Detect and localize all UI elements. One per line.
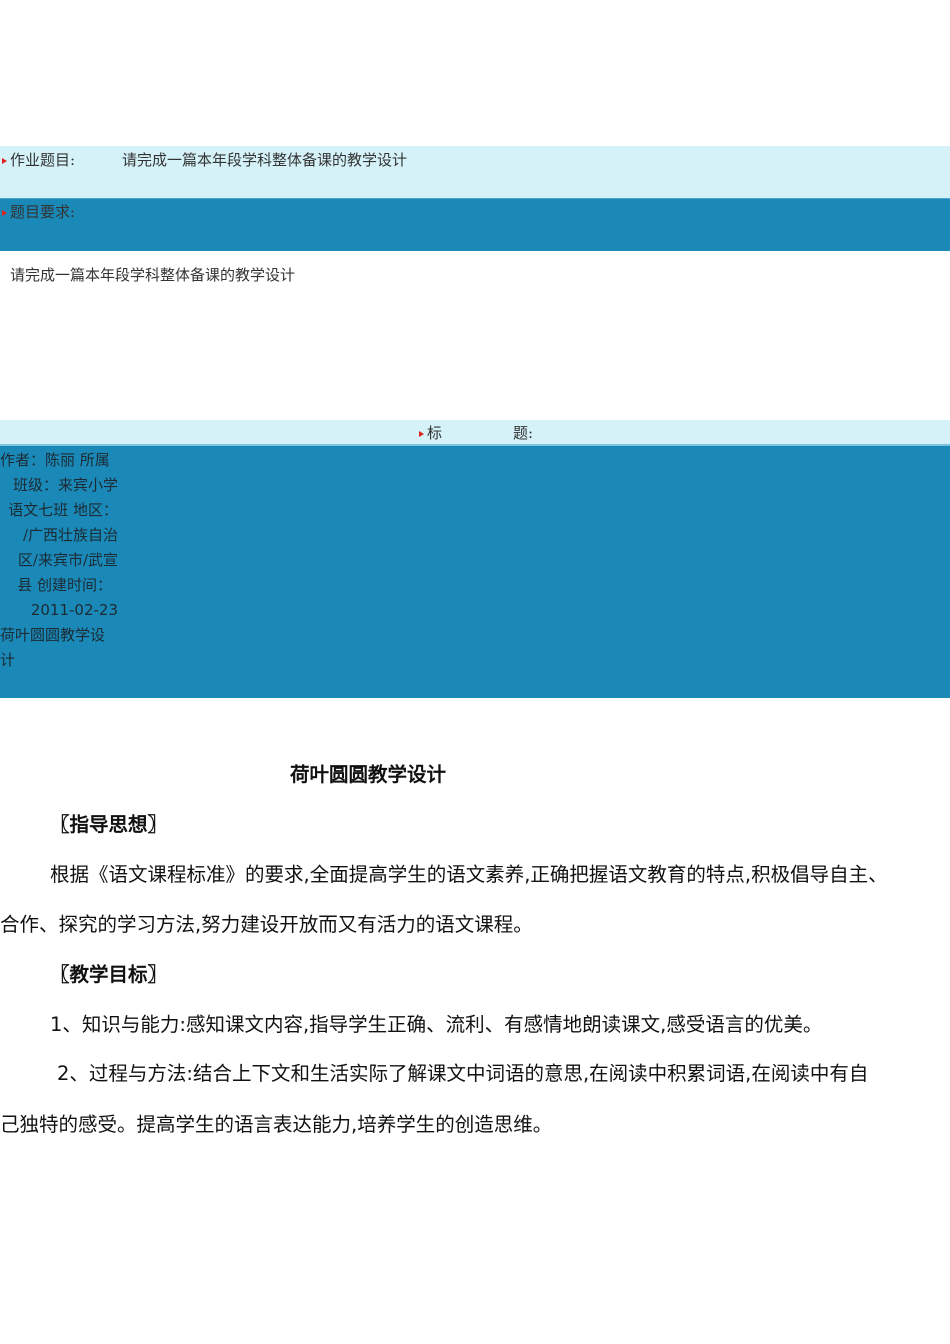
- section-heading: 〖指导思想〗: [50, 813, 168, 836]
- goal-line: 2、过程与方法:结合上下文和生活实际了解课文中词语的意思,在阅读中积累词语,在阅…: [57, 1062, 869, 1085]
- goal-line: 1、知识与能力:感知课文内容,指导学生正确、流利、有感情地朗读课文,感受语言的优…: [50, 1013, 823, 1036]
- submission-meta: 作者：陈丽 所属 班级：来宾小学 语文七班 地区： /广西壮族自治 区/来宾市/…: [0, 448, 118, 673]
- requirements-label: 题目要求:: [10, 203, 76, 221]
- paragraph-line: 合作、探究的学习方法,努力建设开放而又有活力的语文课程。: [0, 913, 533, 936]
- meta-line: 县 创建时间：: [17, 576, 112, 594]
- assignment-title-value: 请完成一篇本年段学科整体备课的教学设计: [122, 151, 408, 169]
- section-heading: 〖教学目标〗: [50, 963, 168, 986]
- submission-heading: 标: [419, 423, 442, 443]
- submission-heading-row: [0, 420, 950, 446]
- meta-line: 作者：陈丽 所属: [0, 451, 110, 469]
- meta-line: 区/来宾市/武宣: [17, 551, 118, 569]
- paragraph-line: 根据《语文课程标准》的要求,全面提高学生的语文素养,正确把握语文教育的特点,积极…: [50, 863, 888, 886]
- submission-panel: [0, 446, 950, 698]
- requirements-row: [0, 198, 950, 251]
- requirements-text: 请完成一篇本年段学科整体备课的教学设计: [10, 266, 296, 284]
- meta-date: 2011-02-23: [30, 601, 118, 619]
- meta-line: 荷叶圆圆教学设: [0, 626, 106, 644]
- document-title: 荷叶圆圆教学设计: [290, 763, 447, 786]
- bullet-arrow-icon: [2, 158, 7, 164]
- meta-line: 班级：来宾小学: [12, 476, 118, 494]
- bullet-arrow-icon: [2, 210, 7, 216]
- heading-label-1: 标: [427, 424, 443, 442]
- requirements-heading: 题目要求:: [2, 202, 75, 222]
- assignment-title-label: 作业题目:: [10, 151, 76, 169]
- bullet-arrow-icon: [419, 431, 424, 437]
- meta-line: /广西壮族自治: [22, 526, 118, 544]
- meta-line: 计: [0, 651, 16, 669]
- assignment-title: 作业题目:: [2, 150, 75, 170]
- meta-line: 语文七班 地区：: [8, 501, 118, 519]
- heading-label-2: 题:: [513, 424, 534, 442]
- goal-line: 己独特的感受。提高学生的语言表达能力,培养学生的创造思维。: [0, 1113, 553, 1136]
